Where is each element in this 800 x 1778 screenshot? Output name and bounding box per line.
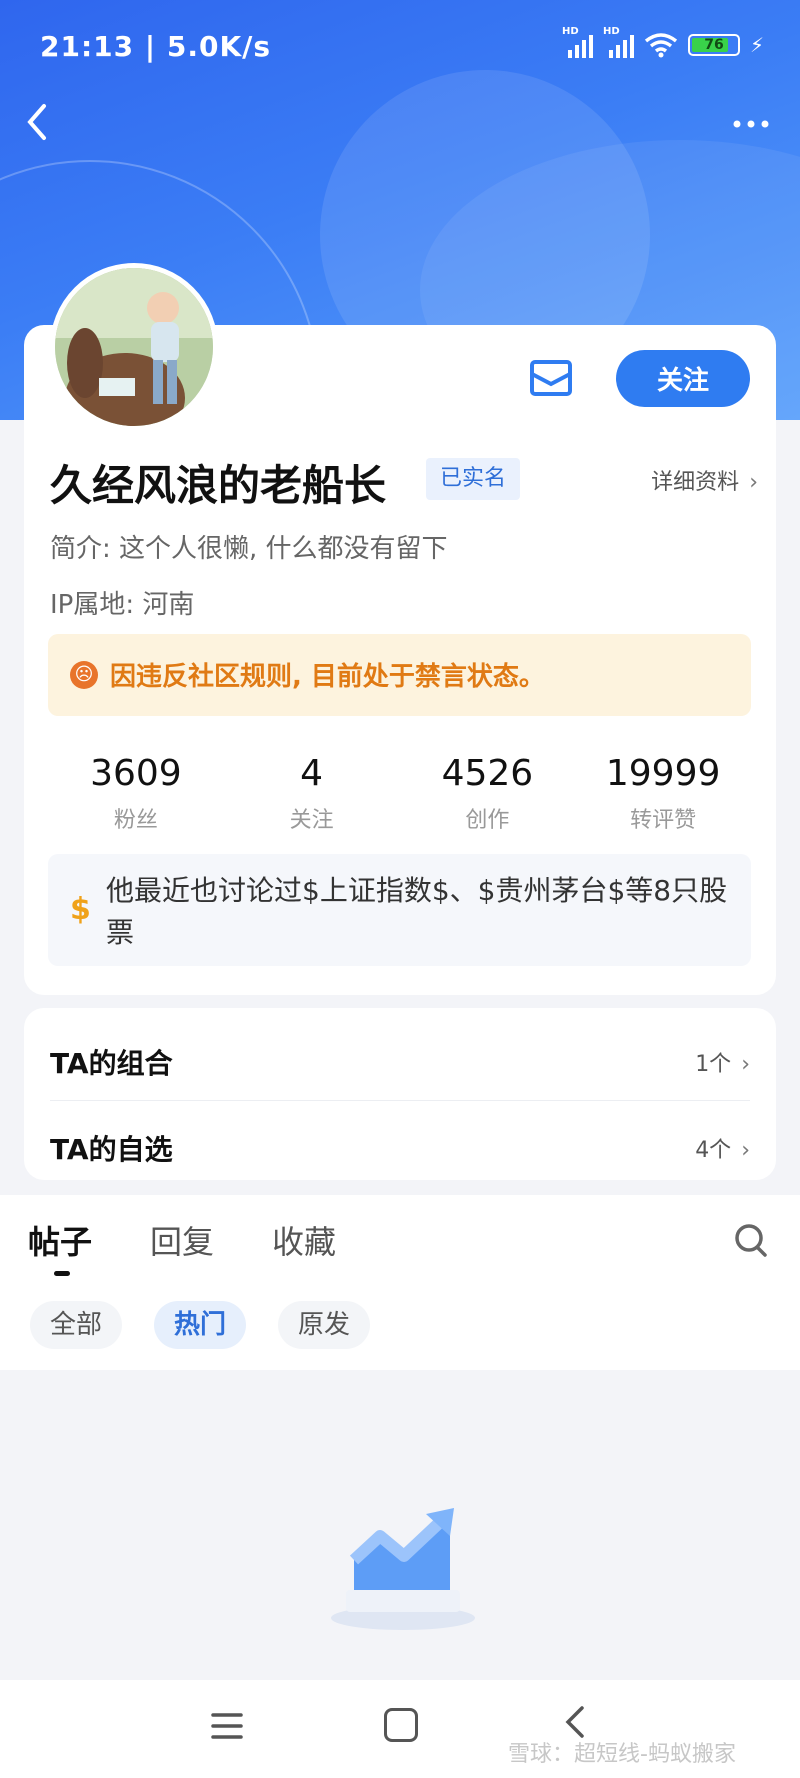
battery-icon: 76 [687,34,740,56]
ban-notice: ☹ 因违反社区规则, 目前处于禁言状态。 [48,634,751,716]
recent-apps-button[interactable] [210,1710,244,1742]
user-name: 久经风浪的老船长 [50,461,387,510]
discussed-stocks-banner[interactable]: $ 他最近也讨论过$上证指数$、$贵州茅台$等8只股票 [48,854,751,966]
status-bar: 21:13 | 5.0K/s HD HD 76 ⚡ [0,0,800,96]
empty-state-chart-icon [318,1490,488,1640]
user-bio: 简介: 这个人很懒, 什么都没有留下 [50,534,448,564]
active-tab-indicator [54,1271,70,1276]
charging-icon: ⚡ [749,33,764,57]
chevron-right-icon: › [749,470,758,495]
ip-location: IP属地: 河南 [50,590,195,620]
detail-profile-link[interactable]: 详细资料 › [651,464,758,496]
menu-icon [211,1713,243,1739]
tab-replies[interactable]: 回复 [150,1217,214,1263]
tab-favorites[interactable]: 收藏 [272,1217,336,1263]
filter-original[interactable]: 原发 [278,1301,371,1349]
tab-posts[interactable]: 帖子 [28,1217,92,1263]
stat-posts[interactable]: 4526 创作 [400,752,576,833]
follow-button[interactable]: 关注 [616,350,750,407]
search-icon [735,1224,767,1257]
signal-icon: HD [562,26,593,58]
sad-face-icon: ☹ [70,661,98,689]
chevron-right-icon: › [741,1138,750,1163]
home-button[interactable] [384,1708,418,1742]
mail-icon [530,360,572,396]
status-icons: HD HD 76 ⚡ [562,26,764,58]
content-tabs: 帖子 回复 收藏 全部 热门 原发 [0,1195,800,1370]
discussed-stocks-text: 他最近也讨论过$上证指数$、$贵州茅台$等8只股票 [106,874,728,949]
stat-following[interactable]: 4 关注 [224,752,400,833]
filter-hot[interactable]: 热门 [154,1301,247,1349]
filter-all[interactable]: 全部 [30,1301,123,1349]
avatar[interactable] [50,263,218,431]
stat-followers[interactable]: 3609 粉丝 [48,752,224,833]
stat-likes[interactable]: 19999 转评赞 [575,752,751,833]
chevron-right-icon: › [741,1052,750,1077]
chevron-left-icon [27,104,46,140]
list-item-portfolio[interactable]: TA的组合 1个 › [50,1016,750,1100]
signal-icon: HD [603,26,634,58]
portfolio-card: TA的组合 1个 › TA的自选 4个 › [24,1008,776,1180]
stats-row: 3609 粉丝 4 关注 4526 创作 19999 转评赞 [48,752,751,833]
search-button[interactable] [732,1221,772,1261]
system-nav-bar: 雪球：超短线-蚂蚁搬家 [0,1680,800,1778]
list-item-watchlist[interactable]: TA的自选 4个 › [50,1102,750,1186]
ban-notice-text: 因违反社区规则, 目前处于禁言状态。 [110,662,545,692]
watermark: 雪球：超短线-蚂蚁搬家 [508,1742,736,1767]
message-button[interactable] [528,358,574,398]
dollar-icon: $ [70,892,91,927]
back-button[interactable] [22,100,66,144]
more-options-button[interactable] [726,100,776,144]
more-icon [733,120,769,128]
status-time: 21:13 | 5.0K/s [40,30,272,63]
divider [50,1100,750,1101]
wifi-icon [644,33,678,58]
verified-badge: 已实名 [426,458,521,500]
